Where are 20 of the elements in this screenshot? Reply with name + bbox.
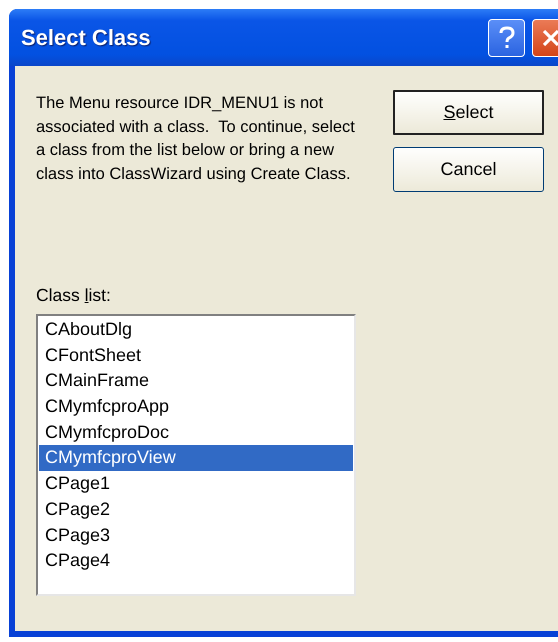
list-item[interactable]: CFontSheet	[39, 342, 353, 368]
help-button[interactable]	[488, 18, 525, 56]
cancel-button[interactable]: Cancel	[393, 147, 544, 192]
close-button[interactable]	[532, 18, 558, 56]
list-item[interactable]: CPage2	[39, 496, 353, 522]
list-item[interactable]: CPage3	[39, 522, 353, 548]
message-text: The Menu resource IDR_MENU1 is not associated with a class. To continue, select a class from the list below or bring a new class into ClassWizard using Create Class.	[36, 93, 356, 184]
class-listbox[interactable]: CAboutDlg CFontSheet CMainFrame CMymfcproApp CMymfcproDoc CMymfcproView CPage1 CPage2 CPage3 CPage4	[36, 314, 356, 596]
window-title: Select Class	[21, 24, 151, 50]
select-button[interactable]: Select	[393, 90, 544, 135]
list-item[interactable]: CMymfcproView	[39, 445, 353, 472]
question-mark-icon	[496, 26, 516, 50]
list-item[interactable]: CPage1	[39, 471, 353, 497]
list-item[interactable]: CPage4	[39, 548, 353, 574]
list-item[interactable]: CMymfcproApp	[39, 394, 353, 420]
list-item[interactable]: CMymfcproDoc	[39, 420, 353, 446]
list-item[interactable]: CMainFrame	[39, 368, 353, 394]
list-item[interactable]: CAboutDlg	[39, 317, 353, 343]
close-icon	[540, 28, 558, 48]
class-list-label: Class list:	[36, 285, 112, 306]
